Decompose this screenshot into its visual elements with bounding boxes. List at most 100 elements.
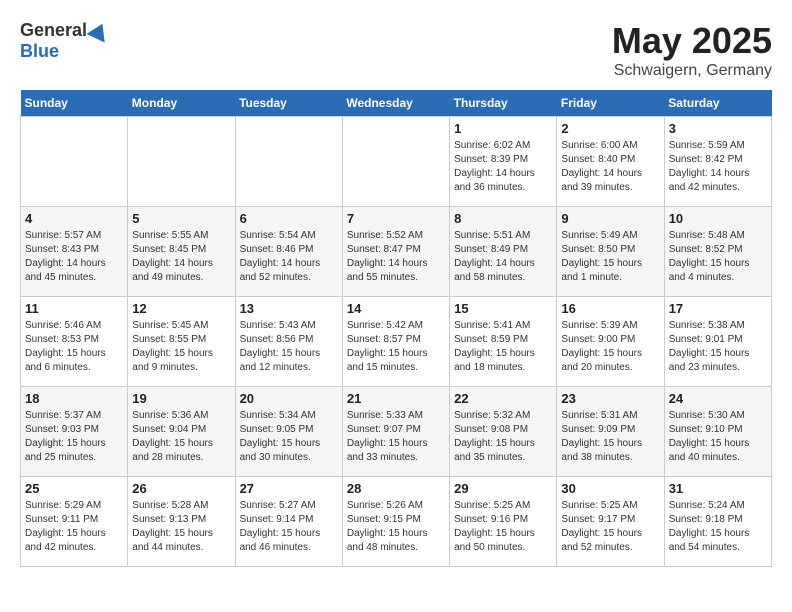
logo: General Blue [20, 20, 109, 62]
day-info: Sunrise: 5:45 AM Sunset: 8:55 PM Dayligh… [132, 319, 230, 375]
calendar-cell: 3 Sunrise: 5:59 AM Sunset: 8:42 PM Daylig… [664, 117, 771, 207]
calendar-table: SundayMondayTuesdayWednesdayThursdayFrid… [20, 90, 772, 567]
day-number: 29 [454, 481, 552, 496]
calendar-cell: 22Sunrise: 5:32 AM Sunset: 9:08 PM Dayli… [450, 387, 557, 477]
calendar-cell: 27 Sunrise: 5:27 AM Sunset: 9:14 PM Dayli… [235, 477, 342, 567]
day-number: 23 [561, 391, 659, 406]
calendar-cell: 18 Sunrise: 5:37 AM Sunset: 9:03 PM Dayli… [21, 387, 128, 477]
week-row-3: 11 Sunrise: 5:46 AM Sunset: 8:53 PM Dayli… [21, 297, 772, 387]
day-number: 19 [132, 391, 230, 406]
calendar-cell: 24Sunrise: 5:30 AM Sunset: 9:10 PM Dayli… [664, 387, 771, 477]
day-info: Sunrise: 5:59 AM Sunset: 8:42 PM Dayligh… [669, 139, 767, 195]
calendar-cell [235, 117, 342, 207]
calendar-cell [21, 117, 128, 207]
calendar-cell: 23 Sunrise: 5:31 AM Sunset: 9:09 PM Dayli… [557, 387, 664, 477]
calendar-cell: 13Sunrise: 5:43 AM Sunset: 8:56 PM Dayli… [235, 297, 342, 387]
weekday-header-friday: Friday [557, 90, 664, 117]
day-info: Sunrise: 5:28 AM Sunset: 9:13 PM Dayligh… [132, 499, 230, 555]
day-info: Sunrise: 5:36 AM Sunset: 9:04 PM Dayligh… [132, 409, 230, 465]
calendar-cell [342, 117, 449, 207]
day-info: Sunrise: 5:25 AM Sunset: 9:17 PM Dayligh… [561, 499, 659, 555]
day-info: Sunrise: 5:51 AM Sunset: 8:49 PM Dayligh… [454, 229, 552, 285]
page-header: General Blue May 2025 Schwaigern, German… [20, 20, 772, 80]
calendar-cell: 10Sunrise: 5:48 AM Sunset: 8:52 PM Dayli… [664, 207, 771, 297]
day-number: 5 [132, 211, 230, 226]
day-info: Sunrise: 5:38 AM Sunset: 9:01 PM Dayligh… [669, 319, 767, 375]
weekday-header-sunday: Sunday [21, 90, 128, 117]
day-number: 1 [454, 121, 552, 136]
day-info: Sunrise: 5:42 AM Sunset: 8:57 PM Dayligh… [347, 319, 445, 375]
day-number: 2 [561, 121, 659, 136]
day-number: 15 [454, 301, 552, 316]
day-number: 27 [240, 481, 338, 496]
calendar-cell: 25Sunrise: 5:29 AM Sunset: 9:11 PM Dayli… [21, 477, 128, 567]
day-info: Sunrise: 5:34 AM Sunset: 9:05 PM Dayligh… [240, 409, 338, 465]
weekday-header-thursday: Thursday [450, 90, 557, 117]
day-number: 20 [240, 391, 338, 406]
day-number: 11 [25, 301, 123, 316]
day-info: Sunrise: 5:31 AM Sunset: 9:09 PM Dayligh… [561, 409, 659, 465]
day-info: Sunrise: 5:46 AM Sunset: 8:53 PM Dayligh… [25, 319, 123, 375]
calendar-cell: 29 Sunrise: 5:25 AM Sunset: 9:16 PM Dayli… [450, 477, 557, 567]
day-info: Sunrise: 5:37 AM Sunset: 9:03 PM Dayligh… [25, 409, 123, 465]
day-info: Sunrise: 5:30 AM Sunset: 9:10 PM Dayligh… [669, 409, 767, 465]
day-number: 17 [669, 301, 767, 316]
day-number: 26 [132, 481, 230, 496]
title-block: May 2025 Schwaigern, Germany [612, 20, 772, 80]
day-info: Sunrise: 5:43 AM Sunset: 8:56 PM Dayligh… [240, 319, 338, 375]
weekday-header-wednesday: Wednesday [342, 90, 449, 117]
calendar-cell: 30 Sunrise: 5:25 AM Sunset: 9:17 PM Dayli… [557, 477, 664, 567]
day-info: Sunrise: 5:24 AM Sunset: 9:18 PM Dayligh… [669, 499, 767, 555]
day-number: 4 [25, 211, 123, 226]
day-info: Sunrise: 5:39 AM Sunset: 9:00 PM Dayligh… [561, 319, 659, 375]
day-number: 18 [25, 391, 123, 406]
calendar-cell: 31 Sunrise: 5:24 AM Sunset: 9:18 PM Dayli… [664, 477, 771, 567]
weekday-header-row: SundayMondayTuesdayWednesdayThursdayFrid… [21, 90, 772, 117]
day-number: 16 [561, 301, 659, 316]
calendar-cell: 8 Sunrise: 5:51 AM Sunset: 8:49 PM Daylig… [450, 207, 557, 297]
calendar-cell: 26 Sunrise: 5:28 AM Sunset: 9:13 PM Dayli… [128, 477, 235, 567]
calendar-cell [128, 117, 235, 207]
calendar-cell: 4 Sunrise: 5:57 AM Sunset: 8:43 PM Daylig… [21, 207, 128, 297]
calendar-cell: 5 Sunrise: 5:55 AM Sunset: 8:45 PM Daylig… [128, 207, 235, 297]
calendar-cell: 17 Sunrise: 5:38 AM Sunset: 9:01 PM Dayli… [664, 297, 771, 387]
calendar-cell: 28Sunrise: 5:26 AM Sunset: 9:15 PM Dayli… [342, 477, 449, 567]
logo-triangle-icon [87, 19, 112, 42]
day-info: Sunrise: 5:25 AM Sunset: 9:16 PM Dayligh… [454, 499, 552, 555]
calendar-cell: 12 Sunrise: 5:45 AM Sunset: 8:55 PM Dayli… [128, 297, 235, 387]
day-number: 22 [454, 391, 552, 406]
calendar-cell: 7Sunrise: 5:52 AM Sunset: 8:47 PM Daylig… [342, 207, 449, 297]
weekday-header-tuesday: Tuesday [235, 90, 342, 117]
day-number: 31 [669, 481, 767, 496]
day-number: 3 [669, 121, 767, 136]
day-number: 12 [132, 301, 230, 316]
day-number: 9 [561, 211, 659, 226]
day-number: 30 [561, 481, 659, 496]
calendar-cell: 14 Sunrise: 5:42 AM Sunset: 8:57 PM Dayli… [342, 297, 449, 387]
weekday-header-saturday: Saturday [664, 90, 771, 117]
day-info: Sunrise: 6:02 AM Sunset: 8:39 PM Dayligh… [454, 139, 552, 195]
day-number: 28 [347, 481, 445, 496]
calendar-cell: 16 Sunrise: 5:39 AM Sunset: 9:00 PM Dayli… [557, 297, 664, 387]
day-number: 14 [347, 301, 445, 316]
calendar-location: Schwaigern, Germany [612, 62, 772, 80]
day-info: Sunrise: 5:27 AM Sunset: 9:14 PM Dayligh… [240, 499, 338, 555]
day-info: Sunrise: 5:55 AM Sunset: 8:45 PM Dayligh… [132, 229, 230, 285]
calendar-cell: 15 Sunrise: 5:41 AM Sunset: 8:59 PM Dayli… [450, 297, 557, 387]
calendar-cell: 1 Sunrise: 6:02 AM Sunset: 8:39 PM Daylig… [450, 117, 557, 207]
calendar-cell: 11 Sunrise: 5:46 AM Sunset: 8:53 PM Dayli… [21, 297, 128, 387]
day-info: Sunrise: 5:41 AM Sunset: 8:59 PM Dayligh… [454, 319, 552, 375]
day-number: 7 [347, 211, 445, 226]
day-number: 8 [454, 211, 552, 226]
day-info: Sunrise: 6:00 AM Sunset: 8:40 PM Dayligh… [561, 139, 659, 195]
calendar-cell: 2 Sunrise: 6:00 AM Sunset: 8:40 PM Daylig… [557, 117, 664, 207]
calendar-cell: 9Sunrise: 5:49 AM Sunset: 8:50 PM Daylig… [557, 207, 664, 297]
calendar-cell: 6Sunrise: 5:54 AM Sunset: 8:46 PM Daylig… [235, 207, 342, 297]
day-info: Sunrise: 5:54 AM Sunset: 8:46 PM Dayligh… [240, 229, 338, 285]
day-info: Sunrise: 5:33 AM Sunset: 9:07 PM Dayligh… [347, 409, 445, 465]
weekday-header-monday: Monday [128, 90, 235, 117]
day-info: Sunrise: 5:57 AM Sunset: 8:43 PM Dayligh… [25, 229, 123, 285]
calendar-cell: 21Sunrise: 5:33 AM Sunset: 9:07 PM Dayli… [342, 387, 449, 477]
week-row-4: 18 Sunrise: 5:37 AM Sunset: 9:03 PM Dayli… [21, 387, 772, 477]
logo-blue-text: Blue [20, 41, 59, 62]
